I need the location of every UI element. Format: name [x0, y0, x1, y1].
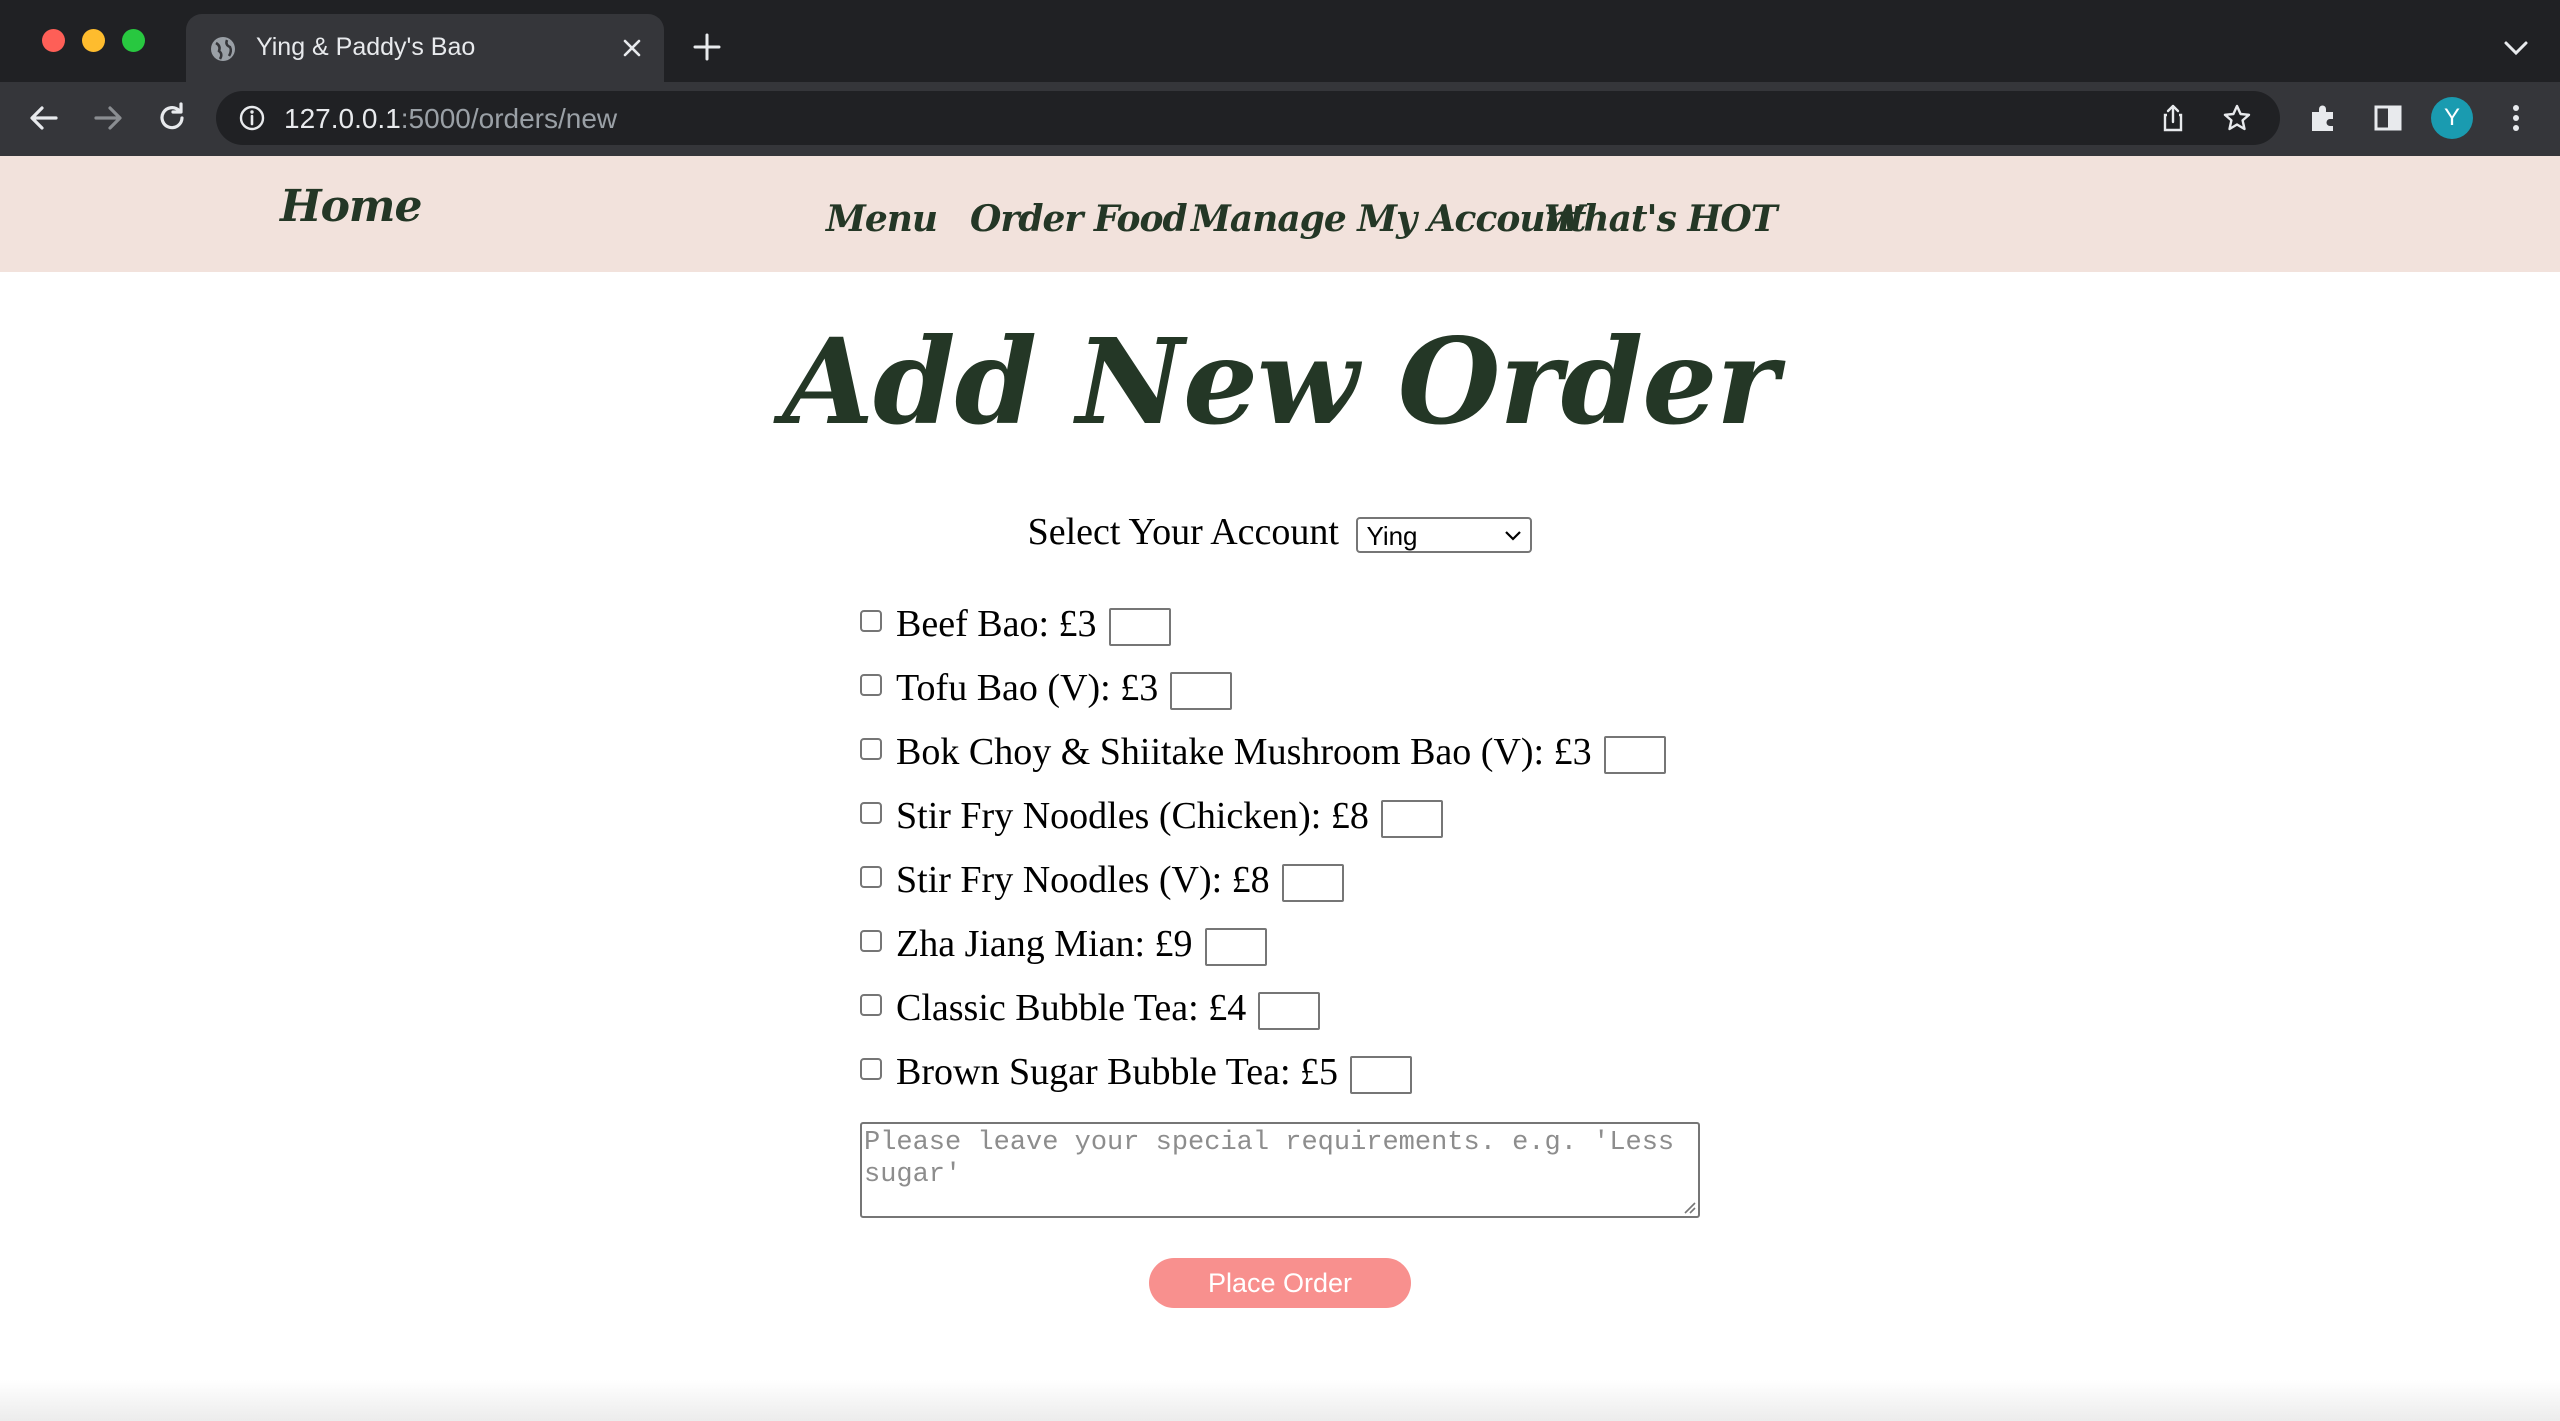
forward-arrow-icon[interactable]	[90, 100, 126, 136]
item-checkbox[interactable]	[860, 930, 882, 952]
back-arrow-icon[interactable]	[26, 100, 62, 136]
side-panel-icon[interactable]	[2370, 100, 2406, 136]
resize-handle-icon[interactable]	[1680, 1198, 1696, 1214]
quantity-input[interactable]	[1170, 672, 1233, 710]
item-label: Brown Sugar Bubble Tea: £5	[896, 1051, 1339, 1093]
chevron-down-icon	[1505, 531, 1522, 541]
quantity-input[interactable]	[1258, 992, 1321, 1030]
globe-icon	[211, 37, 235, 61]
quantity-input[interactable]	[1380, 800, 1443, 838]
menu-item-row: Brown Sugar Bubble Tea: £5	[860, 1050, 1413, 1094]
item-checkbox[interactable]	[860, 866, 882, 888]
nav-home-link[interactable]: Home	[280, 181, 422, 232]
item-checkbox[interactable]	[860, 674, 882, 696]
share-icon[interactable]	[2158, 103, 2188, 133]
menu-item-row: Beef Bao: £3	[860, 602, 1171, 646]
nav-order-food-link[interactable]: Order Food	[970, 198, 1188, 240]
address-bar[interactable]: 127.0.0.1:5000/orders/new	[216, 91, 2280, 145]
nav-manage-account-link[interactable]: Manage My Account	[1191, 198, 1586, 240]
close-tab-icon[interactable]	[618, 34, 646, 62]
menu-item-row: Classic Bubble Tea: £4	[860, 986, 1321, 1030]
item-checkbox[interactable]	[860, 1058, 882, 1080]
item-label: Zha Jiang Mian: £9	[896, 923, 1193, 965]
close-window-button[interactable]	[42, 29, 65, 52]
page-title: Add New Order	[782, 312, 1779, 451]
info-icon[interactable]	[238, 104, 266, 132]
reload-icon[interactable]	[154, 100, 190, 136]
page-bottom-shadow	[0, 1380, 2560, 1421]
place-order-button[interactable]: Place Order	[1149, 1258, 1411, 1308]
menu-item-row: Stir Fry Noodles (Chicken): £8	[860, 794, 1443, 838]
quantity-input[interactable]	[1108, 608, 1171, 646]
quantity-input[interactable]	[1204, 928, 1267, 966]
item-checkbox[interactable]	[860, 610, 882, 632]
nav-menu-link[interactable]: Menu	[826, 198, 938, 240]
minimize-window-button[interactable]	[82, 29, 105, 52]
item-label: Stir Fry Noodles (Chicken): £8	[896, 795, 1369, 837]
url-text[interactable]: 127.0.0.1:5000/orders/new	[284, 103, 617, 135]
account-select[interactable]: Ying	[1356, 517, 1533, 554]
item-label: Bok Choy & Shiitake Mushroom Bao (V): £3	[896, 731, 1592, 773]
special-requirements-textarea[interactable]: Please leave your special requirements. …	[860, 1122, 1700, 1218]
menu-item-row: Bok Choy & Shiitake Mushroom Bao (V): £3	[860, 730, 1666, 774]
chevron-down-icon[interactable]	[2500, 36, 2532, 60]
profile-avatar[interactable]: Y	[2431, 97, 2473, 139]
quantity-input[interactable]	[1350, 1056, 1413, 1094]
quantity-input[interactable]	[1603, 736, 1666, 774]
active-tab[interactable]: Ying & Paddy's Bao	[186, 14, 664, 82]
new-tab-icon[interactable]	[692, 32, 722, 62]
nav-whats-hot-link[interactable]: What's HOT	[1544, 198, 1778, 240]
menu-item-row: Tofu Bao (V): £3	[860, 666, 1233, 710]
menu-item-row: Stir Fry Noodles (V): £8	[860, 858, 1344, 902]
account-selector-row: Select Your Account Ying	[0, 510, 2560, 554]
tab-title: Ying & Paddy's Bao	[256, 33, 476, 61]
item-checkbox[interactable]	[860, 994, 882, 1016]
menu-item-row: Zha Jiang Mian: £9	[860, 922, 1267, 966]
extensions-puzzle-icon[interactable]	[2306, 100, 2342, 136]
item-label: Stir Fry Noodles (V): £8	[896, 859, 1270, 901]
browser-chrome: Ying & Paddy's Bao 127.0.0.1:5000/orders…	[0, 0, 2560, 156]
item-label: Beef Bao: £3	[896, 603, 1097, 645]
more-menu-icon[interactable]	[2498, 100, 2534, 136]
account-select-value: Ying	[1366, 521, 1418, 552]
account-label: Select Your Account	[1027, 511, 1339, 553]
item-checkbox[interactable]	[860, 802, 882, 824]
item-label: Classic Bubble Tea: £4	[896, 987, 1247, 1029]
item-checkbox[interactable]	[860, 738, 882, 760]
bookmark-star-icon[interactable]	[2222, 103, 2252, 133]
maximize-window-button[interactable]	[122, 29, 145, 52]
item-label: Tofu Bao (V): £3	[896, 667, 1159, 709]
quantity-input[interactable]	[1281, 864, 1344, 902]
textarea-placeholder: Please leave your special requirements. …	[864, 1128, 1675, 1190]
site-navbar: Home Menu Order Food Manage My Account W…	[0, 156, 2560, 272]
